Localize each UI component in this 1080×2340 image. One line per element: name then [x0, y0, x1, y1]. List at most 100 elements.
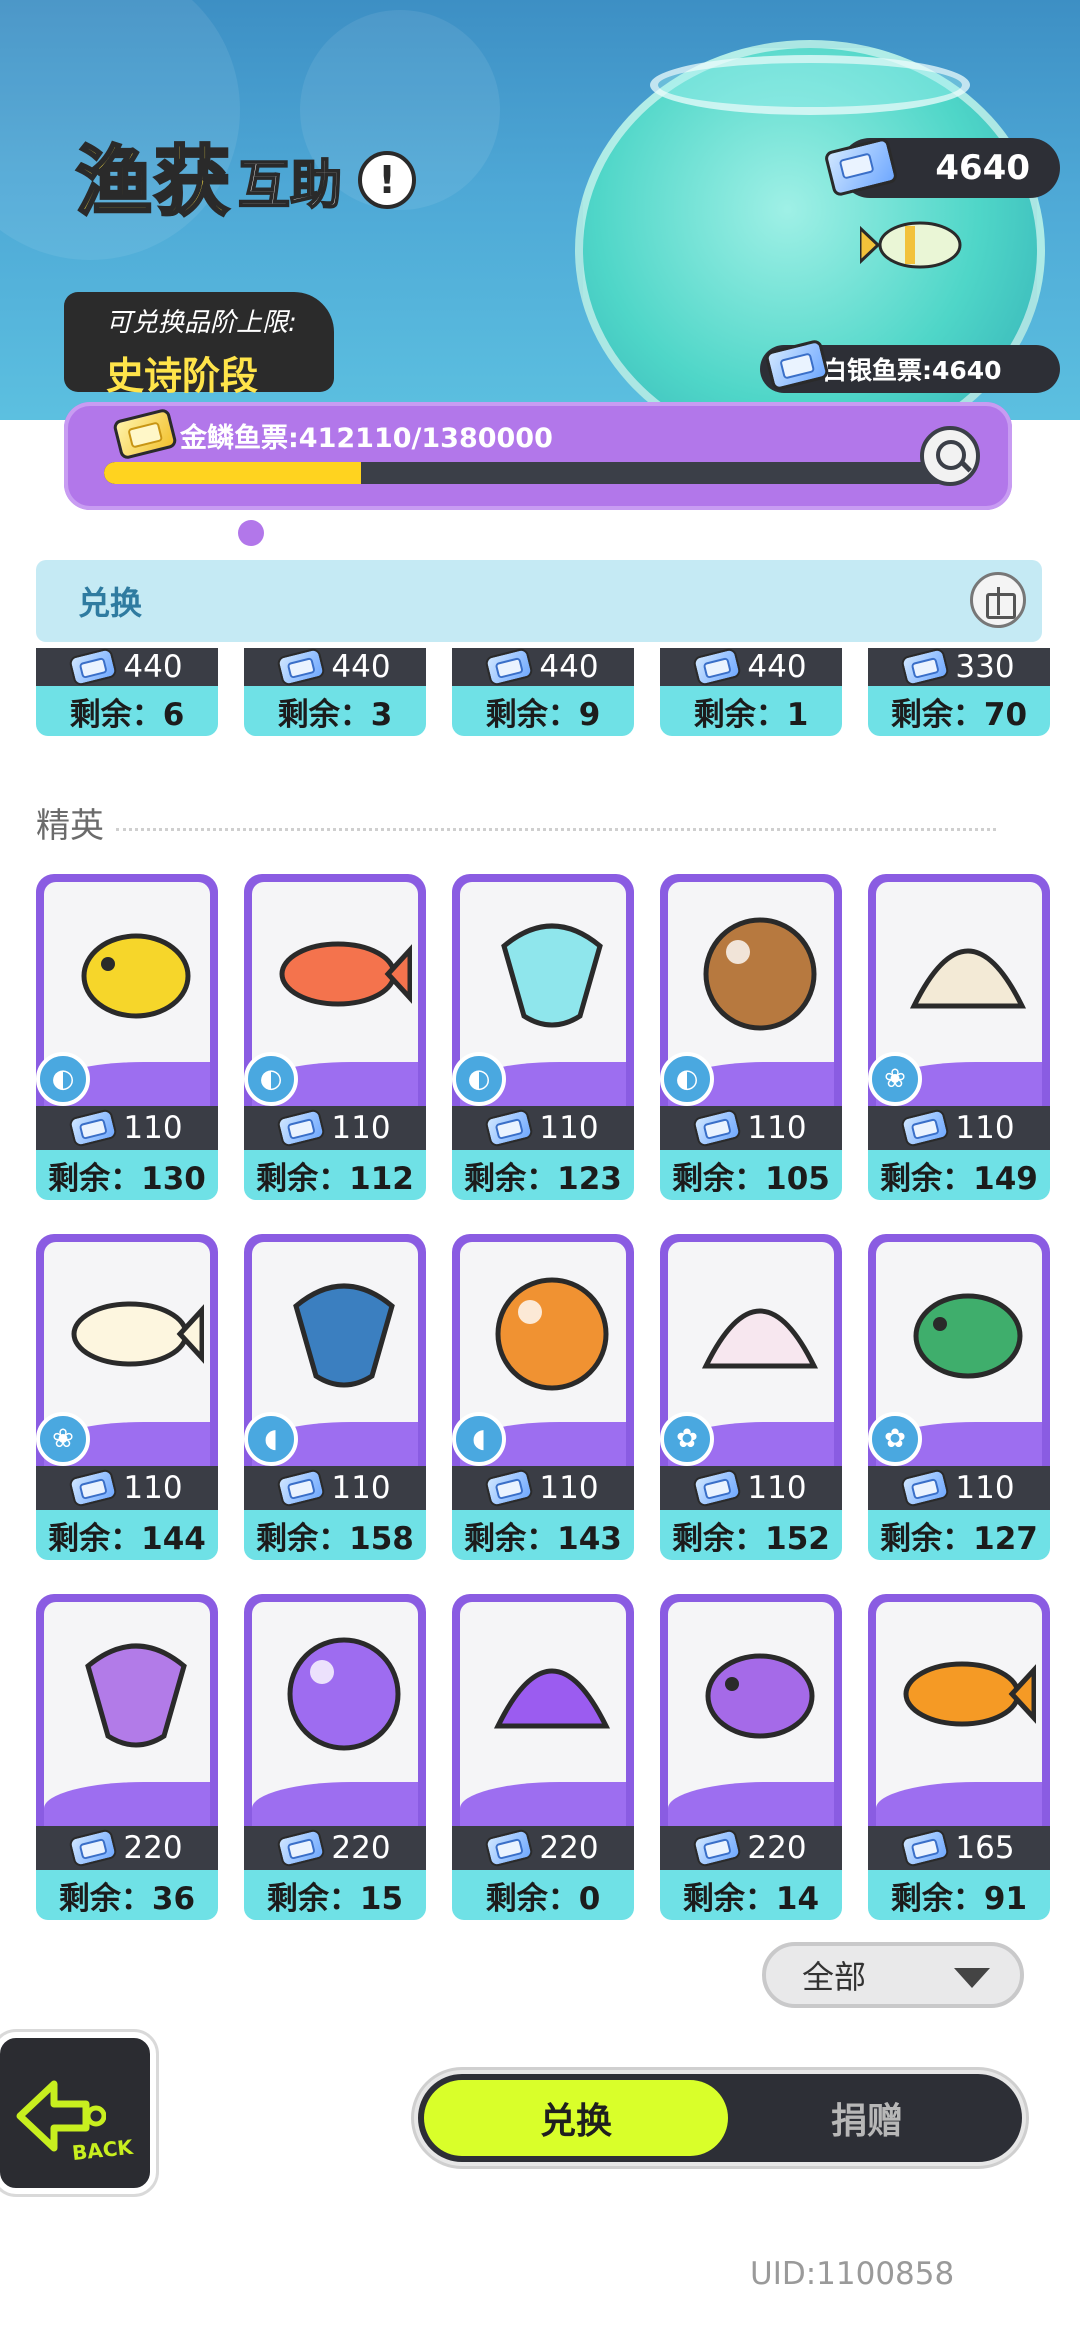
item-card[interactable]: ✿ 110 剩余：127: [868, 1234, 1050, 1560]
silver-ticket-text: 白银鱼票:4640: [822, 356, 1002, 385]
tab-exchange[interactable]: 兑换: [424, 2080, 728, 2156]
item-card[interactable]: ◐ 110 剩余：112: [244, 874, 426, 1200]
creature-badge-icon: ✿: [660, 1412, 714, 1466]
ticket-icon: [276, 648, 327, 687]
price-row: 110: [660, 1106, 842, 1150]
item-price: 330: [955, 649, 1015, 685]
tier-value: 史诗阶段: [106, 354, 259, 398]
item-card[interactable]: 165 剩余：91: [868, 1594, 1050, 1920]
divider: [116, 828, 996, 831]
item-card[interactable]: ❀ 110 剩余：149: [868, 874, 1050, 1200]
item-price: 165: [955, 1830, 1015, 1866]
mode-toggle[interactable]: 兑换 捐赠: [414, 2070, 1026, 2166]
gift-icon[interactable]: [970, 572, 1026, 628]
price-row: 110: [36, 1466, 218, 1510]
fish-badge-icon: ◐: [452, 1052, 506, 1106]
item-art-frame: [868, 1594, 1050, 1826]
silver-ticket-balance: 白银鱼票:4640: [760, 338, 1060, 393]
item-card[interactable]: 220 剩余：0: [452, 1594, 634, 1920]
item-remaining: 剩余：15: [244, 1870, 426, 1920]
item-price: 220: [123, 1830, 183, 1866]
item-price: 110: [539, 1470, 599, 1506]
item-art-frame: ◖: [452, 1234, 634, 1466]
item-card[interactable]: ◐ 110 剩余：105: [660, 874, 842, 1200]
price-row: 110: [868, 1466, 1050, 1510]
fish-badge-icon: ◐: [244, 1052, 298, 1106]
item-price: 220: [747, 1830, 807, 1866]
item-remaining: 剩余：91: [868, 1870, 1050, 1920]
magnifier-icon[interactable]: [920, 426, 980, 486]
item-price: 440: [539, 649, 599, 685]
ticket-icon: [276, 1108, 327, 1148]
item-remaining: 剩余：158: [244, 1510, 426, 1560]
item-card[interactable]: ✿ 110 剩余：152: [660, 1234, 842, 1560]
creature-badge-icon: ✿: [868, 1412, 922, 1466]
ticket-icon: [276, 1828, 327, 1868]
filter-selected: 全部: [802, 1958, 867, 1996]
item-row: ◐ 110 剩余：130 ◐ 110 剩余：112 ◐ 110 剩余：123 ◐…: [36, 874, 1050, 1200]
item-sea-urchin-shell: [876, 1602, 1042, 1826]
item-card[interactable]: ❀ 110 剩余：144: [36, 1234, 218, 1560]
item-remaining: 剩余：3: [244, 686, 426, 736]
ticket-icon: [68, 1468, 119, 1508]
item-remaining: 剩余：6: [36, 686, 218, 736]
item-price: 440: [331, 649, 391, 685]
item-card[interactable]: ◐ 110 剩余：130: [36, 874, 218, 1200]
item-remaining: 剩余：0: [452, 1870, 634, 1920]
item-list[interactable]: 440 剩余：6 440 剩余：3 440 剩余：9 440 剩余：1 330 …: [0, 648, 1080, 1928]
item-purple-fish-tail: [44, 1602, 210, 1826]
ticket-icon: [68, 1108, 119, 1148]
item-art-frame: ✿: [868, 1234, 1050, 1466]
item-remaining: 剩余：36: [36, 1870, 218, 1920]
back-button[interactable]: BACK: [0, 2032, 156, 2194]
item-card[interactable]: 220 剩余：14: [660, 1594, 842, 1920]
info-icon[interactable]: !: [358, 151, 417, 209]
price-row: 220: [660, 1826, 842, 1870]
item-art-frame: ◐: [452, 874, 634, 1106]
currency-balance: 4640: [823, 136, 1060, 198]
item-art-frame: [244, 1594, 426, 1826]
price-row: 220: [36, 1826, 218, 1870]
item-card[interactable]: 440 剩余：3: [244, 648, 426, 736]
gold-ticket-progress: 金鳞鱼票:412110/1380000: [64, 402, 1012, 510]
item-card[interactable]: 440 剩余：1: [660, 648, 842, 736]
tab-donate[interactable]: 捐赠: [722, 2080, 1012, 2156]
tier-label: 可兑换品阶上限:: [106, 308, 297, 338]
item-card[interactable]: ◐ 110 剩余：123: [452, 874, 634, 1200]
shell-badge-icon: ❀: [36, 1412, 90, 1466]
item-remaining: 剩余：112: [244, 1150, 426, 1200]
item-remaining: 剩余：105: [660, 1150, 842, 1200]
item-price: 110: [955, 1470, 1015, 1506]
item-price: 110: [123, 1110, 183, 1146]
ticket-icon: [484, 648, 535, 687]
item-card[interactable]: ◖ 110 剩余：143: [452, 1234, 634, 1560]
progress-label: 金鳞鱼票:412110/1380000: [180, 423, 553, 454]
item-remaining: 剩余：1: [660, 686, 842, 736]
item-card[interactable]: 220 剩余：36: [36, 1594, 218, 1920]
fish-badge-icon: ◐: [36, 1052, 90, 1106]
item-price: 440: [747, 649, 807, 685]
ticket-icon: [484, 1468, 535, 1508]
chevron-down-icon: [954, 1968, 990, 1988]
item-card[interactable]: 440 剩余：9: [452, 648, 634, 736]
item-price: 110: [539, 1110, 599, 1146]
ticket-icon: [900, 1108, 951, 1148]
gold-ticket-icon: [112, 407, 178, 461]
item-price: 110: [331, 1110, 391, 1146]
item-art-frame: ◐: [36, 874, 218, 1106]
item-art-frame: ◐: [244, 874, 426, 1106]
item-art-frame: ◐: [660, 874, 842, 1106]
fishbowl-rim: [650, 55, 970, 115]
ticket-icon: [692, 1828, 743, 1868]
item-purple-coral: [668, 1602, 834, 1826]
item-card[interactable]: 330 剩余：70: [868, 648, 1050, 736]
shell-badge-icon: ❀: [868, 1052, 922, 1106]
filter-dropdown[interactable]: 全部: [762, 1942, 1024, 2008]
item-card[interactable]: 220 剩余：15: [244, 1594, 426, 1920]
ticket-icon: [68, 648, 119, 687]
item-card[interactable]: ◖ 110 剩余：158: [244, 1234, 426, 1560]
item-remaining: 剩余：9: [452, 686, 634, 736]
ticket-icon: [68, 1828, 119, 1868]
elite-label: 精英: [36, 806, 104, 846]
item-card[interactable]: 440 剩余：6: [36, 648, 218, 736]
